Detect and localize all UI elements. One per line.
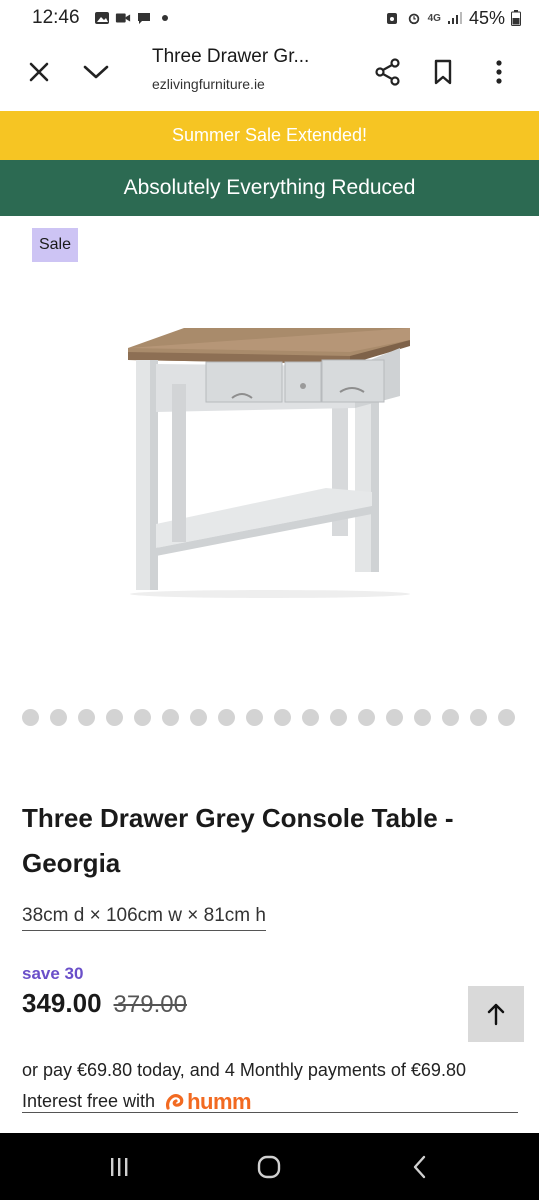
divider — [22, 1112, 518, 1113]
close-icon — [29, 62, 49, 82]
close-tab-button[interactable] — [17, 50, 61, 94]
browser-toolbar: Three Drawer Gr... ezlivingfurniture.ie — [0, 36, 539, 110]
carousel-dot[interactable] — [498, 709, 515, 726]
humm-swirl-icon — [166, 1093, 184, 1110]
back-button[interactable] — [400, 1151, 440, 1183]
carousel-dot[interactable] — [386, 709, 403, 726]
carousel-dot[interactable] — [330, 709, 347, 726]
home-button[interactable] — [249, 1151, 289, 1183]
carousel-dot[interactable] — [218, 709, 235, 726]
current-price: 349.00 — [22, 988, 102, 1018]
bookmark-button[interactable] — [421, 50, 465, 94]
carousel-dot[interactable] — [106, 709, 123, 726]
chevron-down-icon — [83, 65, 109, 79]
product-dimensions[interactable]: 38cm d × 106cm w × 81cm h — [22, 905, 266, 931]
carousel-dot[interactable] — [190, 709, 207, 726]
recent-apps-button[interactable] — [99, 1151, 139, 1183]
more-options-button[interactable] — [477, 50, 521, 94]
system-navigation-bar — [0, 1133, 539, 1200]
carousel-dot[interactable] — [274, 709, 291, 726]
status-time: 12:46 — [32, 7, 80, 28]
product-title: Three Drawer Grey Console Table - Georgi… — [22, 803, 454, 878]
bookmark-icon — [434, 59, 452, 85]
carousel-dot[interactable] — [302, 709, 319, 726]
battery-level: 45% — [468, 7, 505, 28]
original-price: 379.00 — [113, 991, 187, 1018]
page-info[interactable]: Three Drawer Gr... ezlivingfurniture.ie — [152, 46, 352, 92]
page-url: ezlivingfurniture.ie — [152, 76, 265, 92]
carousel-dot[interactable] — [22, 709, 39, 726]
sale-badge: Sale — [32, 228, 78, 262]
carousel-dot[interactable] — [162, 709, 179, 726]
back-icon — [413, 1155, 426, 1179]
carousel-dot[interactable] — [358, 709, 375, 726]
more-vert-icon — [496, 60, 502, 84]
carousel-dot[interactable] — [414, 709, 431, 726]
notification-dot-icon — [161, 15, 168, 21]
minimize-button[interactable] — [74, 50, 118, 94]
signal-icon — [447, 12, 462, 24]
status-bar: 12:46 4G 45% — [0, 0, 539, 36]
arrow-up-icon — [487, 1003, 505, 1026]
share-button[interactable] — [366, 50, 410, 94]
page-title: Three Drawer Gr... — [152, 46, 310, 67]
battery-icon — [511, 10, 521, 26]
carousel-dot[interactable] — [50, 709, 67, 726]
carousel-dot[interactable] — [246, 709, 263, 726]
image-carousel-dots — [22, 709, 515, 726]
alarm-icon — [408, 13, 419, 25]
product-image[interactable] — [110, 300, 430, 600]
video-call-icon — [115, 13, 130, 23]
message-icon — [137, 13, 150, 24]
recent-apps-icon — [111, 1158, 128, 1176]
save-amount: save 30 — [22, 964, 84, 983]
share-icon — [375, 58, 400, 86]
sale-banner[interactable]: Summer Sale Extended! — [0, 111, 539, 160]
promo-banner[interactable]: Absolutely Everything Reduced — [0, 160, 539, 216]
scroll-to-top-button[interactable] — [468, 986, 524, 1042]
carousel-dot[interactable] — [442, 709, 459, 726]
carousel-dot[interactable] — [470, 709, 487, 726]
battery-saver-icon — [386, 13, 397, 24]
payment-info: or pay €69.80 today, and 4 Monthly payme… — [22, 1055, 522, 1117]
network-type: 4G — [427, 12, 441, 24]
home-icon — [257, 1155, 281, 1179]
carousel-dot[interactable] — [134, 709, 151, 726]
carousel-dot[interactable] — [78, 709, 95, 726]
price-row: 349.00 379.00 — [22, 988, 187, 1019]
payment-installments: or pay €69.80 today, and 4 Monthly payme… — [22, 1060, 466, 1080]
gallery-icon — [94, 12, 109, 24]
